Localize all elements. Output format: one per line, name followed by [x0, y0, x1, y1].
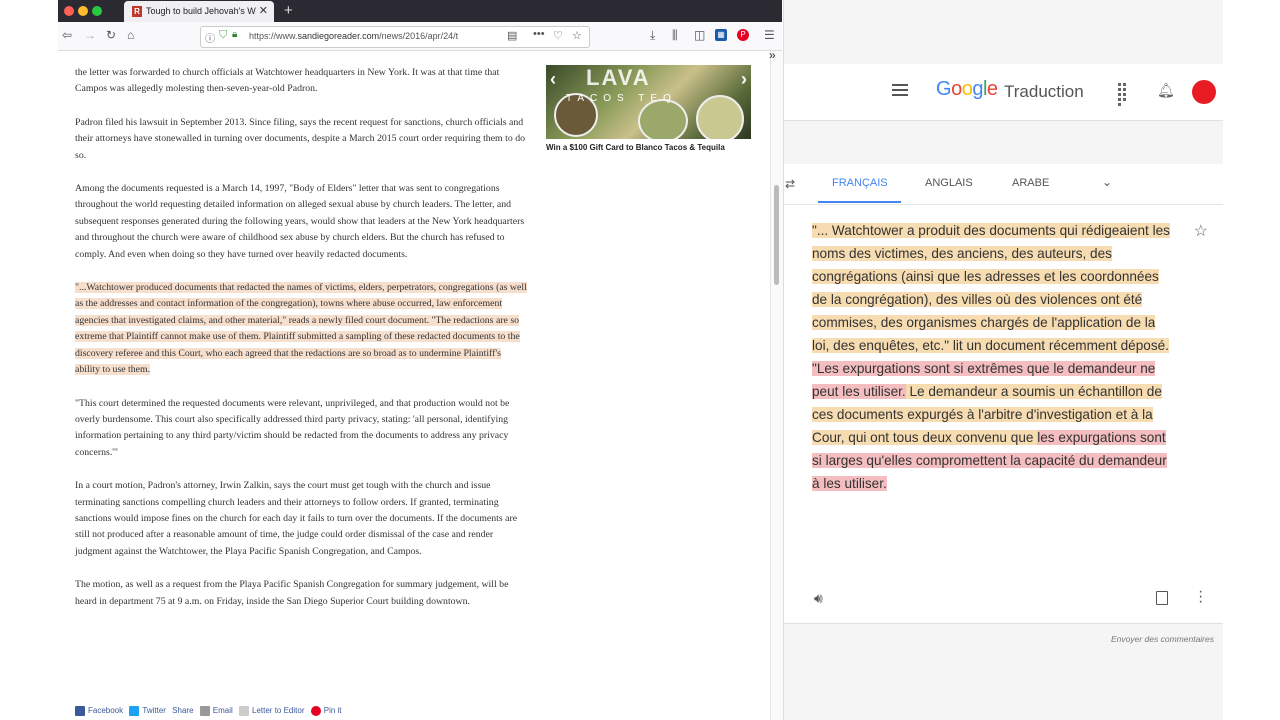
- page-content: the letter was forwarded to church offic…: [58, 51, 770, 720]
- lock-icon: 🔒︎: [232, 29, 238, 40]
- tab-title: Tough to build Jehovah's Witne: [146, 6, 256, 16]
- download-icon[interactable]: ⤓: [650, 28, 655, 43]
- url-text[interactable]: https://www.sandiegoreader.com/news/2016…: [249, 31, 481, 41]
- pencil-icon: [239, 706, 250, 716]
- notifications-bell-icon[interactable]: 🔔︎: [1157, 82, 1175, 99]
- desktop-background-left: [0, 0, 58, 720]
- carousel-next-icon[interactable]: ›: [741, 69, 747, 90]
- scroll-thumb[interactable]: [774, 185, 779, 285]
- article-paragraph: "This court determined the requested doc…: [75, 397, 510, 458]
- overflow-chevron-icon[interactable]: »: [769, 48, 776, 62]
- email-icon: [199, 706, 210, 716]
- hamburger-menu-icon[interactable]: [892, 84, 908, 99]
- article-paragraph: Padron filed his lawsuit in September 20…: [75, 116, 525, 161]
- article-paragraph: the letter was forwarded to church offic…: [75, 67, 500, 95]
- translation-card: "... Watchtower a produit des documents …: [784, 205, 1224, 624]
- pinterest-icon: [310, 706, 321, 716]
- minimize-window-button[interactable]: [78, 6, 88, 16]
- forward-icon[interactable]: →: [84, 28, 96, 42]
- avatar[interactable]: [1192, 80, 1216, 104]
- tab-bar: R Tough to build Jehovah's Witne ✕ +: [58, 0, 782, 22]
- apps-grid-icon[interactable]: [1118, 83, 1132, 106]
- zoom-window-button[interactable]: [92, 6, 102, 16]
- send-feedback-link[interactable]: Envoyer des commentaires: [1111, 634, 1214, 644]
- chevron-down-icon[interactable]: ⌄: [1102, 175, 1112, 189]
- bookmark-star-icon[interactable]: ☆: [572, 29, 582, 42]
- extension-icon[interactable]: ▦: [715, 29, 727, 41]
- ad-carousel[interactable]: LAVA TACOS TEQ ‹ › Win a $100 Gift Card …: [546, 65, 751, 153]
- navigation-toolbar: ⇦ → ↻ ⌂ ⓘ ⛉ 🔒︎ https://www.sandiegoreade…: [58, 22, 782, 51]
- url-bar[interactable]: ⓘ ⛉ 🔒︎ https://www.sandiegoreader.com/ne…: [200, 26, 590, 48]
- ad-image[interactable]: LAVA TACOS TEQ ‹ ›: [546, 65, 751, 139]
- info-icon[interactable]: ⓘ: [205, 30, 215, 45]
- close-tab-icon[interactable]: ✕: [259, 4, 268, 17]
- back-icon[interactable]: ⇦: [62, 28, 72, 42]
- ad-caption[interactable]: Win a $100 Gift Card to Blanco Tacos & T…: [546, 142, 751, 153]
- reader-view-icon[interactable]: ▤: [507, 29, 517, 42]
- shield-icon[interactable]: ⛉: [219, 29, 227, 42]
- google-logo: Google: [936, 78, 998, 100]
- share-bar: Facebook Twitter Share Email Letter to E…: [75, 706, 346, 716]
- close-window-button[interactable]: [64, 6, 74, 16]
- swap-languages-icon[interactable]: ⇄: [785, 177, 795, 191]
- tab-arabe[interactable]: ARABE: [1012, 177, 1049, 189]
- google-translate-panel: Google Traduction 🔔︎ ⇄ FRANÇAIS ANGLAIS …: [783, 0, 1224, 720]
- ad-banner-subtext: TACOS TEQ: [566, 93, 677, 104]
- letter-to-editor-link[interactable]: Letter to Editor: [239, 706, 305, 716]
- tab-active[interactable]: R Tough to build Jehovah's Witne ✕: [124, 1, 274, 22]
- article-paragraph: Among the documents requested is a March…: [75, 183, 525, 260]
- active-language-indicator: [818, 201, 901, 203]
- save-star-icon[interactable]: ☆: [1194, 221, 1208, 241]
- page-scrollbar[interactable]: [770, 51, 783, 720]
- translation-output: "... Watchtower a produit des documents …: [812, 219, 1176, 495]
- translate-header: Google Traduction 🔔︎: [784, 64, 1224, 121]
- twitter-icon: [129, 706, 140, 716]
- pin-it-link[interactable]: Pin it: [310, 706, 342, 716]
- facebook-share[interactable]: Facebook: [75, 706, 123, 716]
- pinterest-icon[interactable]: P: [737, 29, 749, 41]
- carousel-prev-icon[interactable]: ‹: [550, 69, 556, 90]
- tab-francais[interactable]: FRANÇAIS: [832, 177, 888, 189]
- reader-favicon-icon: R: [132, 6, 142, 17]
- library-icon[interactable]: ⫼: [672, 28, 678, 43]
- share-link[interactable]: Share: [172, 706, 193, 715]
- home-icon[interactable]: ⌂: [127, 28, 134, 42]
- highlighted-text: "...Watchtower produced documents that r…: [75, 282, 527, 376]
- article-quote-highlighted: "...Watchtower produced documents that r…: [75, 280, 527, 378]
- desktop-background-right: [1223, 0, 1280, 720]
- twitter-share[interactable]: Twitter: [129, 706, 166, 716]
- pocket-icon[interactable]: ♡: [553, 29, 563, 42]
- more-options-icon[interactable]: · · ·: [1198, 584, 1203, 610]
- browser-window: R Tough to build Jehovah's Witne ✕ + ⇦ →…: [58, 0, 783, 720]
- article-paragraph: In a court motion, Padron's attorney, Ir…: [75, 480, 518, 557]
- facebook-icon: [75, 706, 85, 716]
- sidebar-icon[interactable]: ◫: [694, 28, 705, 42]
- translate-title: Traduction: [1004, 82, 1084, 101]
- reload-icon[interactable]: ↻: [106, 28, 116, 42]
- article-paragraph: The motion, as well as a request from th…: [75, 579, 509, 607]
- language-bar: ⇄ FRANÇAIS ANGLAIS ARABE ⌄: [784, 164, 1224, 205]
- more-actions-icon[interactable]: •••: [533, 28, 545, 40]
- copy-icon[interactable]: [1156, 591, 1168, 605]
- email-share[interactable]: Email: [199, 706, 233, 716]
- ad-banner-text: LAVA: [586, 65, 651, 90]
- article-body: the letter was forwarded to church offic…: [75, 65, 527, 627]
- tab-anglais[interactable]: ANGLAIS: [925, 177, 973, 189]
- new-tab-icon[interactable]: +: [284, 2, 293, 19]
- speaker-icon[interactable]: 🔊︎: [814, 590, 823, 607]
- translation-segment: "... Watchtower a produit des documents …: [812, 223, 1170, 353]
- menu-icon[interactable]: ☰: [764, 28, 775, 42]
